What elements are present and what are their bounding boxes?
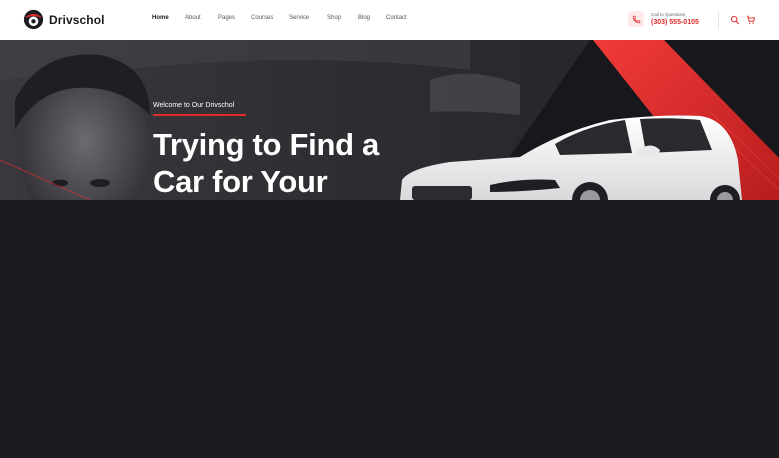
search-icon[interactable] [730,15,740,25]
nav-contact[interactable]: Contact [386,15,407,21]
nav-courses[interactable]: Courses [251,15,289,21]
call-to-questions[interactable]: Call to Questions (303) 555-0105 [628,11,699,27]
call-phone-number[interactable]: (303) 555-0105 [651,19,699,26]
headline-line-2: Car for Your [153,164,328,199]
logo-icon [23,9,44,30]
headline-line-1: Trying to Find a [153,127,379,162]
hero-banner: Welcome to Our Drivschol Trying to Find … [0,40,779,200]
nav-home[interactable]: Home [152,15,185,21]
kicker-underline [153,114,246,116]
nav-about[interactable]: About [185,15,218,21]
nav-blog[interactable]: Blog [358,15,386,21]
brand-name: Drivschol [49,12,105,27]
cart-icon[interactable] [746,15,756,25]
phone-icon [628,11,644,27]
site-header: Drivschol Home About Pages Courses Servi… [0,0,779,40]
page-body [0,200,779,458]
header-divider [718,11,719,30]
nav-shop[interactable]: Shop [327,15,358,21]
logo[interactable]: Drivschol [23,9,105,30]
hero-headline: Trying to Find a Car for Your [153,126,379,200]
hero-kicker: Welcome to Our Drivschol [153,102,235,109]
nav-pages[interactable]: Pages [218,15,251,21]
main-nav: Home About Pages Courses Service Shop Bl… [152,15,407,21]
nav-service[interactable]: Service [289,15,327,21]
call-label: Call to Questions [651,12,686,17]
hero-background [0,40,779,200]
